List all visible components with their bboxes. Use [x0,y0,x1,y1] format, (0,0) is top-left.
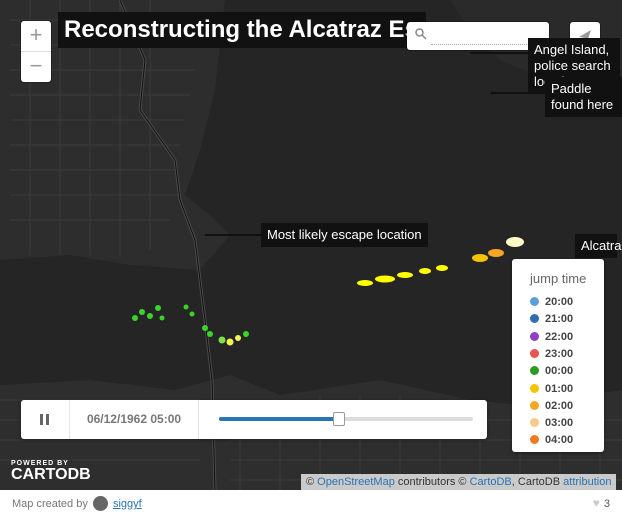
legend-item: 23:00 [530,347,573,361]
legend-item: 01:00 [530,382,573,396]
legend-label: 00:00 [545,365,574,378]
openstreetmap-link[interactable]: OpenStreetMap [317,476,395,488]
timeline-date: 06/12/1962 05:00 [70,400,199,439]
legend-label: 22:00 [545,330,574,343]
legend-swatch [530,383,539,393]
attribution-bar: © OpenStreetMap contributors © CartoDB, … [301,474,617,490]
avatar[interactable] [92,496,108,511]
heart-icon: ♥ [592,496,600,510]
timeline-slider[interactable] [219,412,473,426]
pause-button[interactable] [21,400,70,439]
legend-label: 02:00 [545,399,574,412]
timeline-progress [219,417,339,421]
likes-counter[interactable]: ♥ 3 [593,496,610,510]
copyright-symbol: © [306,476,315,488]
cartodb-wordmark: CARTODB [11,466,91,483]
legend-swatch [530,400,539,410]
green-points [132,304,249,346]
zoom-control: + − [21,21,51,82]
paddle-leader-line [491,92,545,94]
legend-title: jump time [530,271,587,286]
legend-item: 02:00 [530,399,573,413]
username-link[interactable]: siggyf [113,498,142,510]
legend-label: 20:00 [545,296,574,308]
timeline-handle[interactable] [333,412,346,426]
police-leader-line [470,52,528,54]
legend-item: 00:00 [530,364,573,378]
legend-label: 04:00 [545,434,574,447]
map-title: Reconstructing the Alcatraz Escape [58,12,426,48]
legend: jump time 20:00 21:00 22:00 23:00 00:00 01:00… [512,259,604,452]
legend-swatch [530,297,539,306]
paddle-label: Paddle found here [545,77,622,117]
zoom-in-button[interactable]: + [21,21,51,52]
magnifier-icon [415,28,427,40]
legend-label: 01:00 [545,382,574,395]
pause-icon-bar [46,414,49,425]
legend-swatch [530,314,539,324]
legend-item: 21:00 [530,312,573,326]
legend-swatch [530,435,539,445]
escape-leader-line [205,234,261,236]
legend-swatch [530,366,539,376]
map-canvas[interactable]: Reconstructing the Alcatraz Escape + − A… [0,0,622,490]
search-input[interactable] [431,26,541,45]
timeline-control: 06/12/1962 05:00 [21,400,487,439]
legend-item: 04:00 [530,433,573,447]
attribution-link[interactable]: attribution [563,476,611,488]
zoom-out-button[interactable]: − [21,52,51,82]
legend-item: 03:00 [530,416,573,430]
legend-label: 23:00 [545,347,574,360]
alcatraz-label: Alcatraz [575,234,622,258]
legend-swatch [530,348,539,358]
pause-icon [40,414,43,425]
legend-item: 20:00 [530,295,573,309]
attribution-text-2: , CartoDB [511,476,561,488]
legend-label: 21:00 [545,313,574,326]
attribution-text: contributors © [397,476,467,488]
created-by-text: Map created by [12,498,88,510]
map-credit: Map created by siggyf [12,496,142,511]
legend-swatch [530,418,539,428]
cartodb-logo[interactable]: POWERED BY CARTODB [11,460,91,483]
escape-location-label: Most likely escape location [261,223,428,247]
footer: Map created by siggyf ♥ 3 [0,490,622,515]
legend-item: 22:00 [530,330,573,344]
cartodb-link[interactable]: CartoDB [470,476,512,488]
legend-label: 03:00 [545,417,574,430]
likes-count: 3 [603,498,610,510]
legend-swatch [530,331,539,341]
